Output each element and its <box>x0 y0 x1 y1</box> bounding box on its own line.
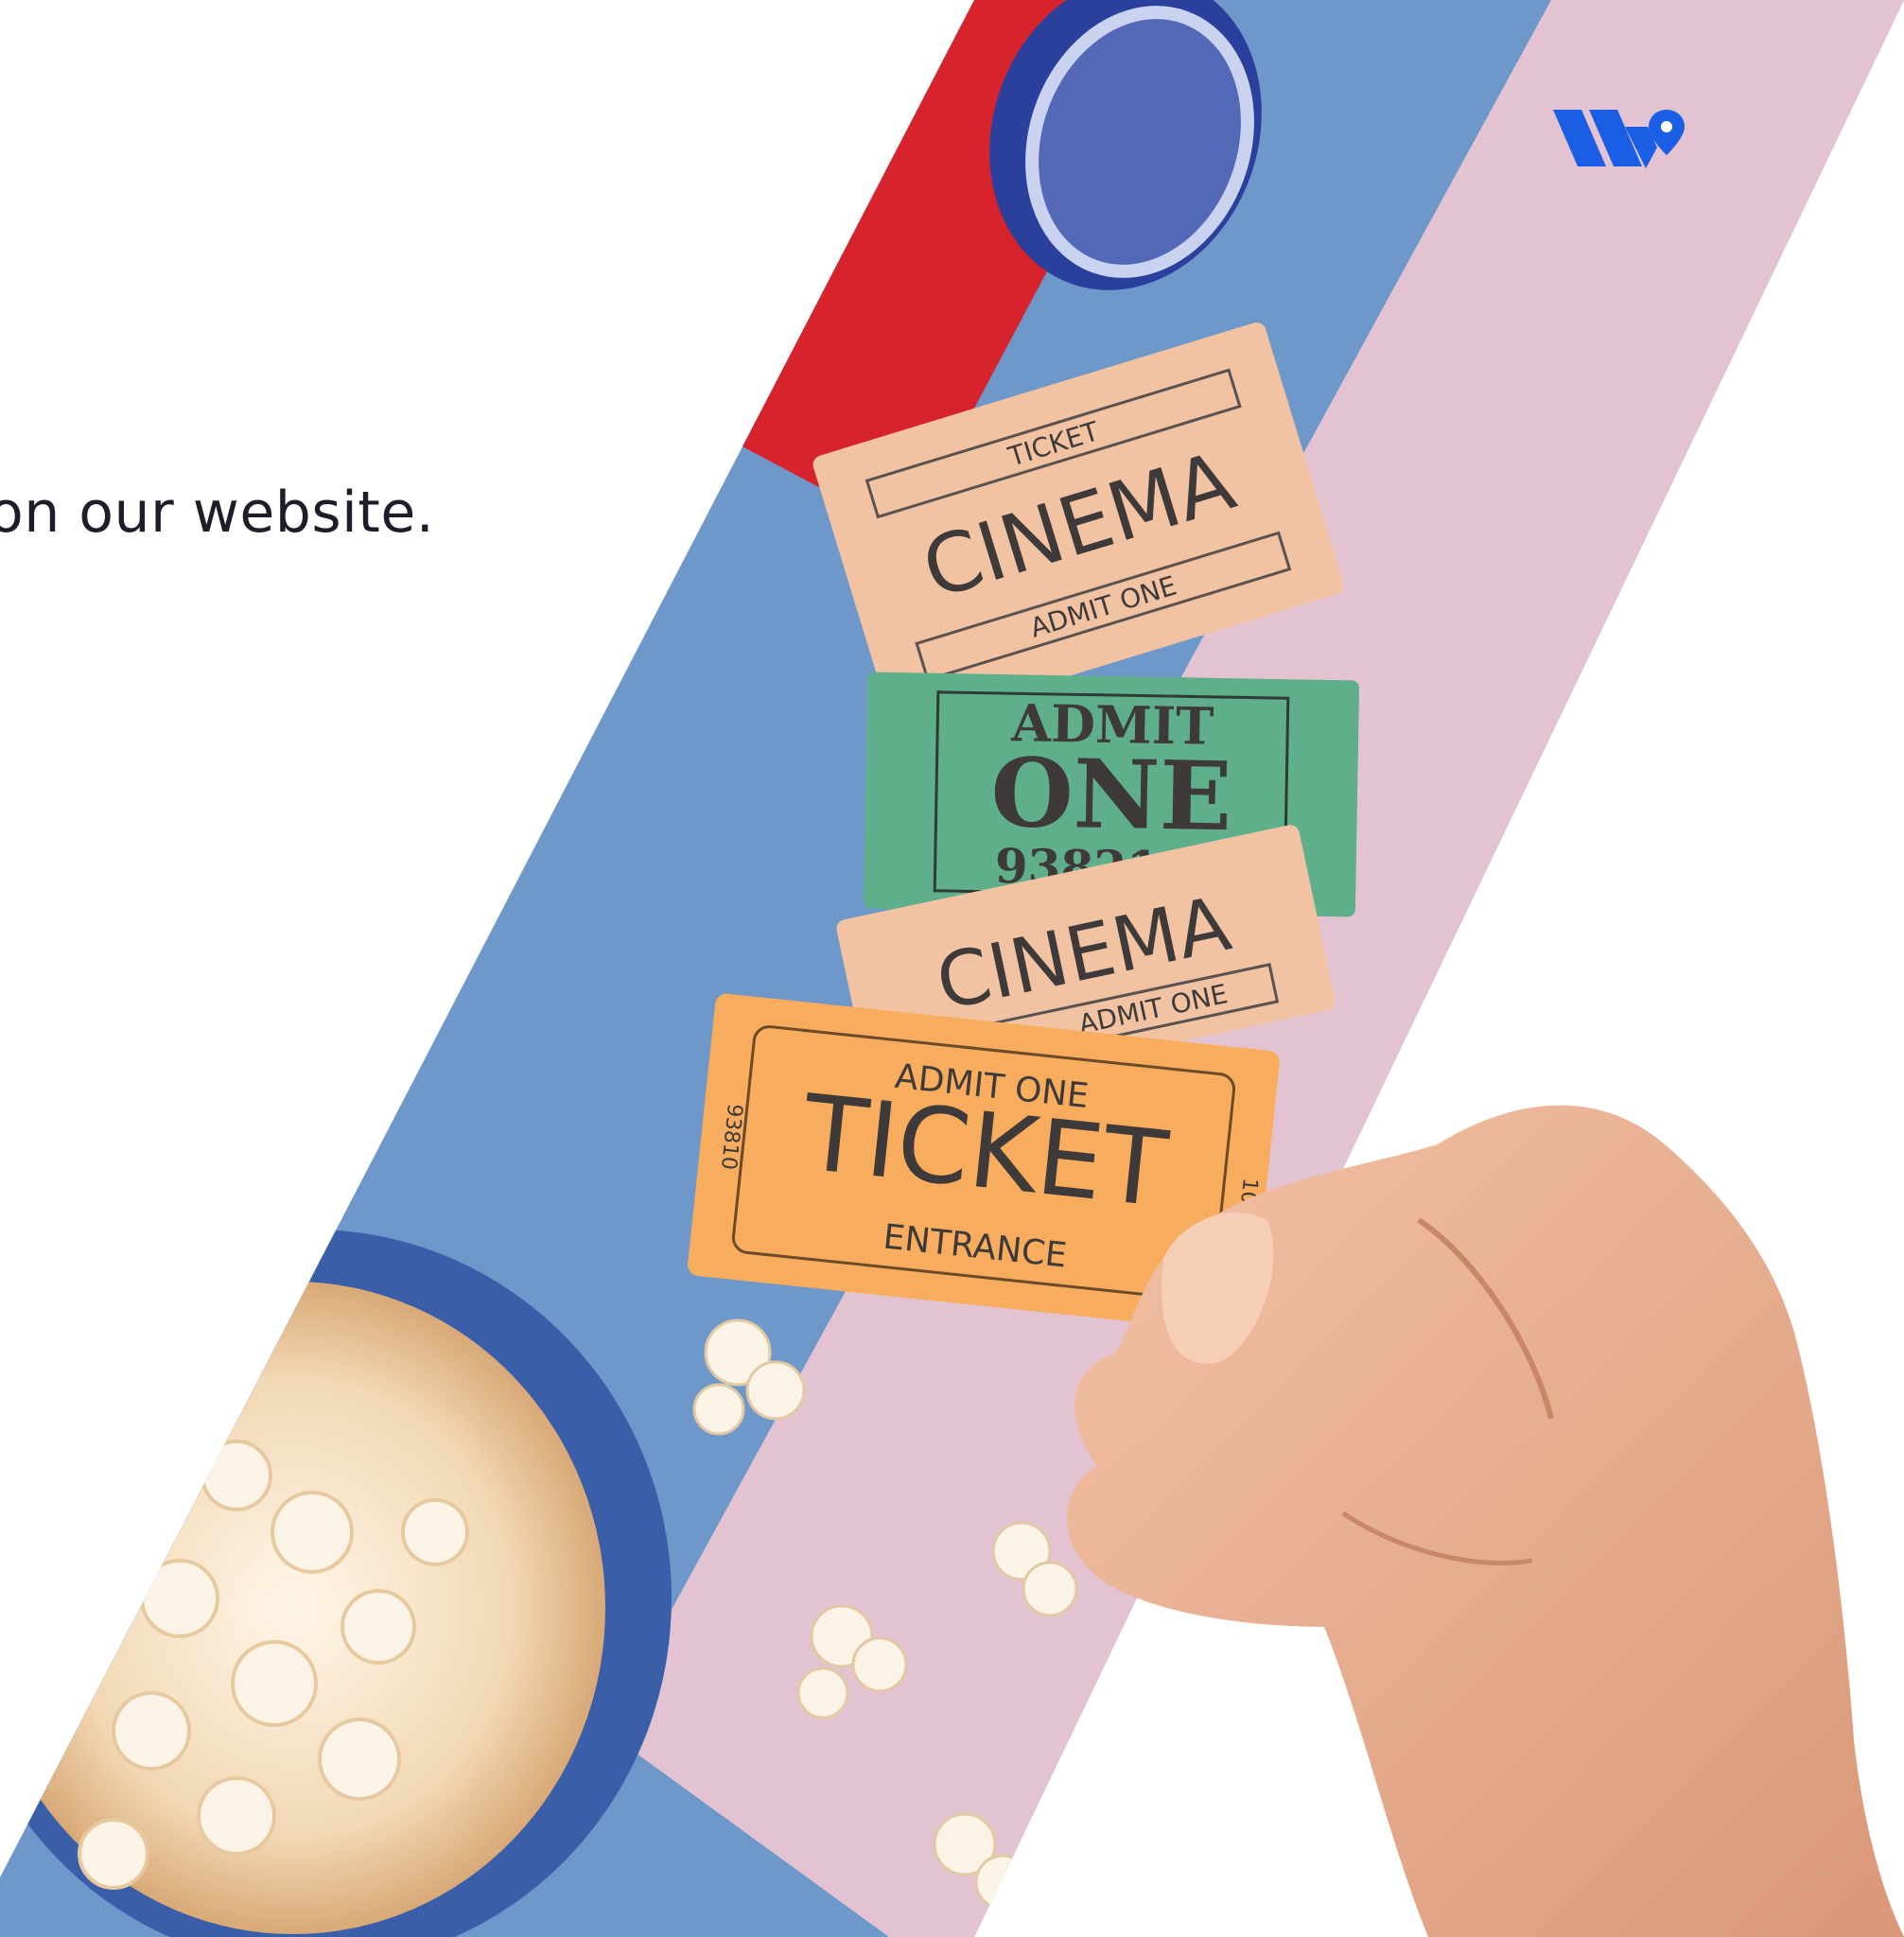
cinema-tickets-photo: TICKET CINEMA ADMIT ONE ADMIT ONE 938219… <box>0 0 1904 1937</box>
hand <box>1066 1105 1904 1937</box>
svg-text:ONE: ONE <box>990 737 1233 852</box>
w-location-pin-logo-icon <box>1553 110 1685 168</box>
